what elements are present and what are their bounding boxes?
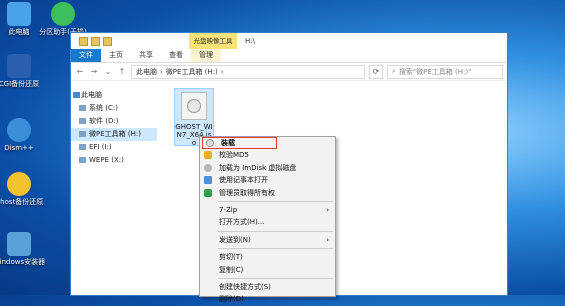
menu-item-verify-md5[interactable]: 校验MD5 — [200, 149, 335, 161]
back-icon[interactable]: ← — [75, 67, 85, 76]
quick-access-toolbar — [79, 37, 112, 46]
search-placeholder: 搜索"微PE工具箱 (H:)" — [398, 67, 472, 76]
menu-item-cut[interactable]: 剪切(T) — [200, 251, 335, 263]
desktop-icon-partition-assistant[interactable]: 分区助手(无损) — [34, 2, 92, 37]
disc-image-tools-header: 光盘映像工具 — [189, 33, 237, 49]
tab-file[interactable]: 文件 — [71, 49, 101, 62]
ghost-icon — [7, 172, 31, 196]
navigation-pane: 此电脑 系统 (C:) 软件 (D:) 微PE工具箱 (H:) EFI (I:)… — [71, 83, 157, 295]
desktop-icon-windows-installer[interactable]: Windows安装器 — [0, 232, 48, 267]
notepad-icon — [204, 176, 212, 185]
tab-view[interactable]: 查看 — [161, 49, 191, 62]
menu-separator — [218, 200, 333, 202]
nav-item-drive-d[interactable]: 软件 (D:) — [71, 115, 157, 128]
chevron-right-icon: › — [326, 205, 329, 214]
drive-icon — [79, 131, 86, 137]
desktop-icon-ghost[interactable]: Ghost备份还原 — [0, 172, 48, 207]
title-bar: 光盘映像工具 H:\ — [71, 33, 507, 49]
folder-icon[interactable] — [79, 37, 88, 46]
tab-home[interactable]: 主页 — [101, 49, 131, 62]
drive-icon — [79, 157, 86, 163]
refresh-icon[interactable]: ⟳ — [369, 64, 383, 79]
address-segment-drive[interactable]: 微PE工具箱 (H:) — [166, 67, 218, 77]
disc-image-icon — [181, 92, 207, 120]
menu-separator — [218, 277, 333, 279]
chevron-right-icon[interactable]: › — [221, 68, 224, 76]
tab-share[interactable]: 共享 — [131, 49, 161, 62]
installer-icon — [7, 232, 31, 256]
gear-icon — [7, 118, 31, 142]
menu-item-take-ownership[interactable]: 管理员取得所有权 — [200, 187, 335, 199]
nav-item-drive-h[interactable]: 微PE工具箱 (H:) — [71, 128, 157, 141]
recent-locations-icon[interactable]: ⌄ — [103, 67, 113, 76]
search-input[interactable]: ⌕ 搜索"微PE工具箱 (H:)" — [387, 64, 503, 79]
menu-item-send-to[interactable]: 发送到(N) › — [200, 234, 335, 246]
search-icon: ⌕ — [392, 67, 396, 75]
menu-item-open-with[interactable]: 打开方式(H)... — [200, 216, 335, 228]
desktop-icon-cgi-backup[interactable]: CGI备份还原 — [0, 54, 48, 89]
ribbon-tabs: 文件 主页 共享 查看 管理 — [71, 49, 507, 63]
shield-green-icon — [204, 188, 212, 197]
context-menu: 装载 校验MD5 加载为 ImDisk 虚拟磁盘 使用记事本打开 管理员取得所有… — [199, 136, 336, 303]
new-folder-icon[interactable] — [103, 37, 112, 46]
drive-icon — [79, 105, 86, 111]
properties-icon[interactable] — [91, 37, 100, 46]
menu-item-imdisk[interactable]: 加载为 ImDisk 虚拟磁盘 — [200, 162, 335, 174]
partition-assistant-icon — [51, 2, 75, 26]
desktop-icon-dism[interactable]: Dism++ — [0, 118, 48, 153]
menu-item-mount[interactable]: 装载 — [202, 137, 277, 150]
disk-icon — [204, 163, 212, 172]
tab-manage[interactable]: 管理 — [191, 49, 221, 62]
menu-item-open-notepad[interactable]: 使用记事本打开 — [200, 174, 335, 186]
menu-separator — [218, 230, 333, 232]
menu-item-delete[interactable]: 删除(D) — [200, 293, 335, 305]
menu-separator — [218, 248, 333, 250]
disc-icon — [206, 139, 214, 147]
chevron-right-icon: › — [326, 235, 329, 244]
address-bar[interactable]: 此电脑 › 微PE工具箱 (H:) › — [131, 64, 365, 79]
chevron-right-icon[interactable]: › — [160, 68, 163, 76]
forward-icon[interactable]: → — [89, 67, 99, 76]
window-title: H:\ — [245, 37, 255, 45]
cgi-backup-icon — [7, 54, 31, 78]
address-segment-pc[interactable]: 此电脑 — [136, 67, 157, 77]
drive-icon — [79, 118, 86, 124]
menu-item-create-shortcut[interactable]: 创建快捷方式(S) — [200, 281, 335, 293]
nav-item-drive-c[interactable]: 系统 (C:) — [71, 102, 157, 115]
nav-item-drive-x[interactable]: WEPE (X:) — [71, 154, 157, 167]
computer-icon — [73, 92, 80, 98]
nav-item-this-pc[interactable]: 此电脑 — [71, 89, 157, 102]
up-icon[interactable]: ↑ — [117, 67, 127, 76]
address-row: ← → ⌄ ↑ 此电脑 › 微PE工具箱 (H:) › ⟳ ⌕ 搜索"微PE工具… — [71, 63, 507, 81]
computer-icon — [7, 2, 31, 26]
shield-icon — [204, 151, 212, 160]
nav-item-drive-i[interactable]: EFI (I:) — [71, 141, 157, 154]
menu-item-7zip[interactable]: 7-Zip › — [200, 204, 335, 216]
drive-icon — [79, 144, 86, 150]
menu-item-copy[interactable]: 复制(C) — [200, 264, 335, 276]
